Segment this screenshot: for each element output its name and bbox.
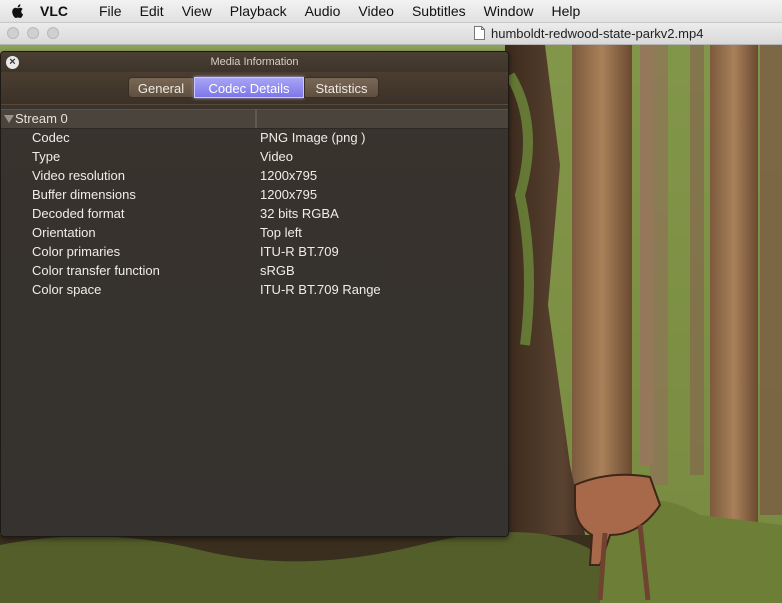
detail-key: Color transfer function	[32, 263, 160, 278]
menu-file[interactable]: File	[90, 3, 131, 19]
detail-row[interactable]: Color primaries ITU-R BT.709	[1, 242, 508, 261]
detail-value: 1200x795	[260, 187, 318, 202]
detail-row[interactable]: Codec PNG Image (png )	[1, 128, 508, 147]
app-menu-vlc[interactable]: VLC	[40, 3, 68, 19]
menu-window[interactable]: Window	[475, 3, 543, 19]
detail-row[interactable]: Decoded format 32 bits RGBA	[1, 204, 508, 223]
stream-header-row[interactable]: Stream 0	[1, 109, 508, 129]
minimize-window-button[interactable]	[27, 27, 39, 39]
close-panel-button[interactable]: ×	[6, 56, 19, 69]
detail-key: Type	[32, 149, 61, 164]
menu-audio[interactable]: Audio	[296, 3, 350, 19]
detail-key: Orientation	[32, 225, 96, 240]
tab-general[interactable]: General	[128, 77, 194, 98]
segmented-tabs: General Codec Details Statistics	[128, 77, 379, 98]
detail-row[interactable]: Orientation Top left	[1, 223, 508, 242]
menu-playback[interactable]: Playback	[221, 3, 296, 19]
detail-value: ITU-R BT.709 Range	[260, 282, 381, 297]
detail-row[interactable]: Color transfer function sRGB	[1, 261, 508, 280]
document-icon	[474, 26, 485, 40]
menu-bar: VLC File Edit View Playback Audio Video …	[0, 0, 782, 23]
detail-value: sRGB	[260, 263, 295, 278]
detail-row[interactable]: Type Video	[1, 147, 508, 166]
column-separator[interactable]	[255, 110, 257, 128]
detail-value: 1200x795	[260, 168, 318, 183]
detail-value: ITU-R BT.709	[260, 244, 339, 259]
menu-subtitles[interactable]: Subtitles	[403, 3, 475, 19]
detail-row[interactable]: Video resolution 1200x795	[1, 166, 508, 185]
detail-key: Video resolution	[32, 168, 125, 183]
detail-row[interactable]: Color space ITU-R BT.709 Range	[1, 280, 508, 299]
detail-key: Decoded format	[32, 206, 125, 221]
detail-key: Codec	[32, 130, 70, 145]
disclosure-triangle-icon[interactable]	[4, 115, 14, 123]
detail-row[interactable]: Buffer dimensions 1200x795	[1, 185, 508, 204]
tab-codec-details[interactable]: Codec Details	[194, 77, 304, 98]
detail-value: 32 bits RGBA	[260, 206, 339, 221]
detail-key: Color space	[32, 282, 102, 297]
panel-title: Media Information	[1, 52, 508, 72]
detail-value: PNG Image (png )	[260, 130, 366, 145]
stream-label: Stream 0	[15, 111, 68, 126]
tab-bar: General Codec Details Statistics	[1, 72, 508, 105]
player-title-bar: humboldt-redwood-state-parkv2.mp4	[0, 23, 782, 45]
close-window-button[interactable]	[7, 27, 19, 39]
media-information-panel: Media Information × General Codec Detail…	[0, 51, 509, 537]
detail-key: Color primaries	[32, 244, 121, 259]
detail-value: Top left	[260, 225, 302, 240]
tab-statistics[interactable]: Statistics	[304, 77, 379, 98]
codec-details-list: Codec PNG Image (png ) Type Video Video …	[1, 128, 508, 299]
menu-view[interactable]: View	[173, 3, 221, 19]
window-filename: humboldt-redwood-state-parkv2.mp4	[491, 26, 704, 41]
menu-video[interactable]: Video	[349, 3, 403, 19]
menu-edit[interactable]: Edit	[131, 3, 173, 19]
menu-help[interactable]: Help	[542, 3, 589, 19]
detail-key: Buffer dimensions	[32, 187, 136, 202]
close-icon: ×	[9, 56, 16, 68]
detail-value: Video	[260, 149, 294, 164]
zoom-window-button[interactable]	[47, 27, 59, 39]
apple-icon[interactable]	[10, 3, 24, 19]
